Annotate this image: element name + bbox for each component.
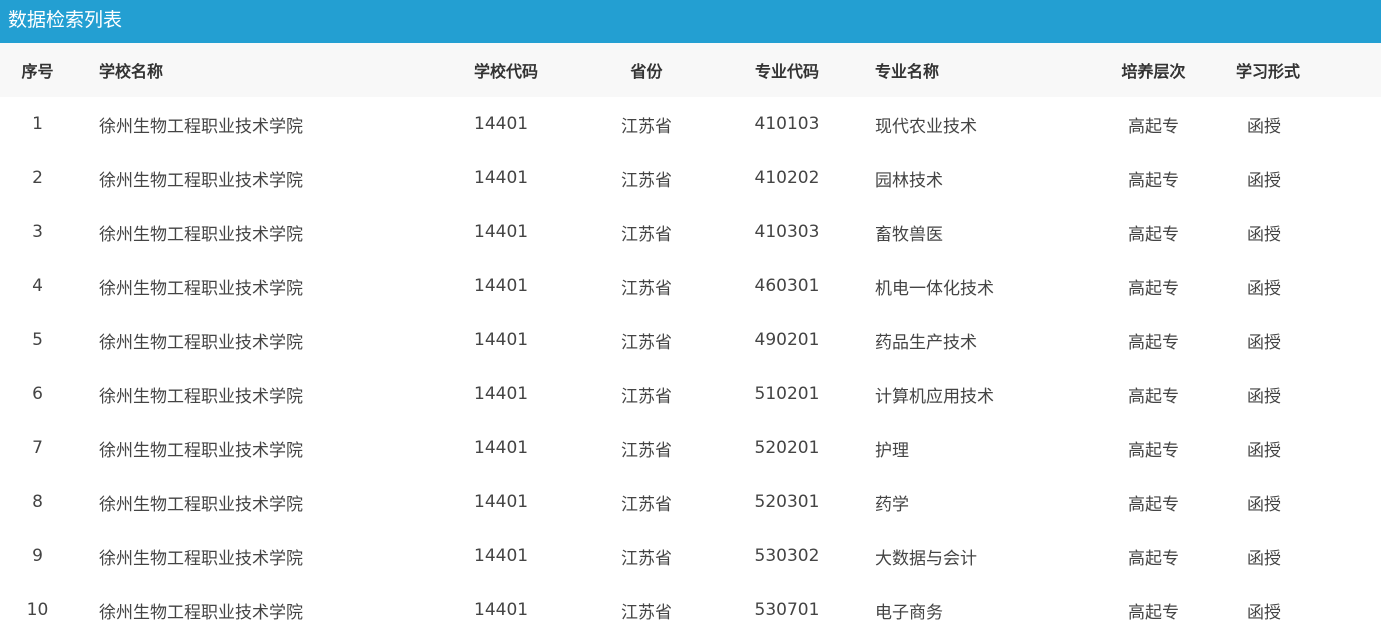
column-header-level: 培养层次: [1121, 62, 1186, 81]
cell-study-mode: 函授: [1247, 116, 1281, 137]
cell-major-code: 530302: [754, 546, 820, 566]
column-header-index: 序号: [21, 62, 54, 81]
cell-major-code: 490201: [754, 330, 820, 350]
table-row[interactable]: 3 徐州生物工程职业技术学院 14401 江苏省 410303 畜牧兽医 高起专 函授: [0, 205, 1381, 259]
cell-school-code: 14401: [474, 546, 529, 566]
cell-province: 江苏省: [621, 278, 672, 299]
table-row[interactable]: 9 徐州生物工程职业技术学院 14401 江苏省 530302 大数据与会计 高起专 函授: [0, 529, 1381, 583]
column-header-province: 省份: [630, 62, 663, 81]
cell-school-code: 14401: [474, 492, 529, 512]
cell-index: 5: [32, 330, 43, 350]
cell-province: 江苏省: [621, 170, 672, 191]
cell-major-code: 460301: [754, 276, 820, 296]
cell-index: 3: [32, 222, 43, 242]
cell-major-name: 计算机应用技术: [875, 386, 994, 407]
cell-school-name: 徐州生物工程职业技术学院: [99, 386, 303, 407]
cell-major-name: 药学: [875, 494, 909, 515]
cell-index: 1: [32, 114, 43, 134]
table-row[interactable]: 5 徐州生物工程职业技术学院 14401 江苏省 490201 药品生产技术 高起专 函授: [0, 313, 1381, 367]
page-title: 数据检索列表: [8, 9, 123, 31]
table-body: 1 徐州生物工程职业技术学院 14401 江苏省 410103 现代农业技术 高起专 函授 2 徐…: [0, 97, 1381, 637]
cell-level: 高起专: [1128, 116, 1179, 137]
page-title-bar: 数据检索列表: [0, 0, 1381, 43]
cell-level: 高起专: [1128, 170, 1179, 191]
cell-index: 9: [32, 546, 43, 566]
cell-province: 江苏省: [621, 332, 672, 353]
cell-level: 高起专: [1128, 548, 1179, 569]
cell-major-name: 园林技术: [875, 170, 943, 191]
cell-level: 高起专: [1128, 440, 1179, 461]
cell-index: 7: [32, 438, 43, 458]
cell-school-name: 徐州生物工程职业技术学院: [99, 440, 303, 461]
cell-index: 8: [32, 492, 43, 512]
cell-major-code: 410103: [754, 114, 820, 134]
table-row[interactable]: 1 徐州生物工程职业技术学院 14401 江苏省 410103 现代农业技术 高起专 函授: [0, 97, 1381, 151]
cell-index: 2: [32, 168, 43, 188]
cell-level: 高起专: [1128, 332, 1179, 353]
cell-study-mode: 函授: [1247, 170, 1281, 191]
cell-school-code: 14401: [474, 114, 529, 134]
cell-school-code: 14401: [474, 168, 529, 188]
column-header-school-code: 学校代码: [474, 62, 539, 81]
cell-study-mode: 函授: [1247, 278, 1281, 299]
cell-province: 江苏省: [621, 386, 672, 407]
cell-index: 6: [32, 384, 43, 404]
cell-province: 江苏省: [621, 440, 672, 461]
cell-province: 江苏省: [621, 548, 672, 569]
column-header-major-code: 专业代码: [754, 62, 819, 81]
table-row[interactable]: 6 徐州生物工程职业技术学院 14401 江苏省 510201 计算机应用技术 高起专 函授: [0, 367, 1381, 421]
cell-study-mode: 函授: [1247, 386, 1281, 407]
table-row[interactable]: 7 徐州生物工程职业技术学院 14401 江苏省 520201 护理 高起专 函授: [0, 421, 1381, 475]
cell-province: 江苏省: [621, 224, 672, 245]
cell-school-name: 徐州生物工程职业技术学院: [99, 494, 303, 515]
table-header-row: 序号 学校名称 学校代码 省份 专业代码 专业名称 培养层次 学习形式: [0, 43, 1381, 97]
cell-school-code: 14401: [474, 222, 529, 242]
cell-major-name: 护理: [875, 440, 909, 461]
cell-major-code: 520301: [754, 492, 820, 512]
cell-province: 江苏省: [621, 116, 672, 137]
cell-school-name: 徐州生物工程职业技术学院: [99, 170, 303, 191]
table-row[interactable]: 8 徐州生物工程职业技术学院 14401 江苏省 520301 药学 高起专 函授: [0, 475, 1381, 529]
cell-major-code: 510201: [754, 384, 820, 404]
cell-study-mode: 函授: [1247, 494, 1281, 515]
column-header-study-mode: 学习形式: [1236, 62, 1301, 81]
cell-index: 4: [32, 276, 43, 296]
cell-province: 江苏省: [621, 494, 672, 515]
results-table: 序号 学校名称 学校代码 省份 专业代码 专业名称 培养层次 学习形式 1 徐州生…: [0, 43, 1381, 637]
table-row[interactable]: 4 徐州生物工程职业技术学院 14401 江苏省 460301 机电一体化技术 高起专 函授: [0, 259, 1381, 313]
cell-school-name: 徐州生物工程职业技术学院: [99, 548, 303, 569]
cell-major-name: 药品生产技术: [875, 332, 977, 353]
cell-major-name: 现代农业技术: [875, 116, 977, 137]
column-header-school-name: 学校名称: [99, 62, 164, 81]
cell-level: 高起专: [1128, 224, 1179, 245]
cell-school-name: 徐州生物工程职业技术学院: [99, 332, 303, 353]
cell-level: 高起专: [1128, 494, 1179, 515]
cell-study-mode: 函授: [1247, 548, 1281, 569]
cell-school-name: 徐州生物工程职业技术学院: [99, 116, 303, 137]
column-header-major-name: 专业名称: [875, 62, 940, 81]
cell-study-mode: 函授: [1247, 440, 1281, 461]
table-row[interactable]: 2 徐州生物工程职业技术学院 14401 江苏省 410202 园林技术 高起专 函授: [0, 151, 1381, 205]
cell-school-code: 14401: [474, 330, 529, 350]
cell-school-code: 14401: [474, 276, 529, 296]
cell-level: 高起专: [1128, 278, 1179, 299]
cell-major-name: 畜牧兽医: [875, 224, 943, 245]
cell-level: 高起专: [1128, 386, 1179, 407]
cell-major-code: 410303: [754, 222, 820, 242]
cell-school-name: 徐州生物工程职业技术学院: [99, 224, 303, 245]
cell-study-mode: 函授: [1247, 332, 1281, 353]
cell-study-mode: 函授: [1247, 224, 1281, 245]
cell-major-name: 大数据与会计: [875, 548, 977, 569]
cell-major-code: 520201: [754, 438, 820, 458]
cell-school-code: 14401: [474, 384, 529, 404]
cell-major-name: 机电一体化技术: [875, 278, 994, 299]
cell-major-code: 410202: [754, 168, 820, 188]
cell-school-code: 14401: [474, 438, 529, 458]
cell-school-name: 徐州生物工程职业技术学院: [99, 278, 303, 299]
